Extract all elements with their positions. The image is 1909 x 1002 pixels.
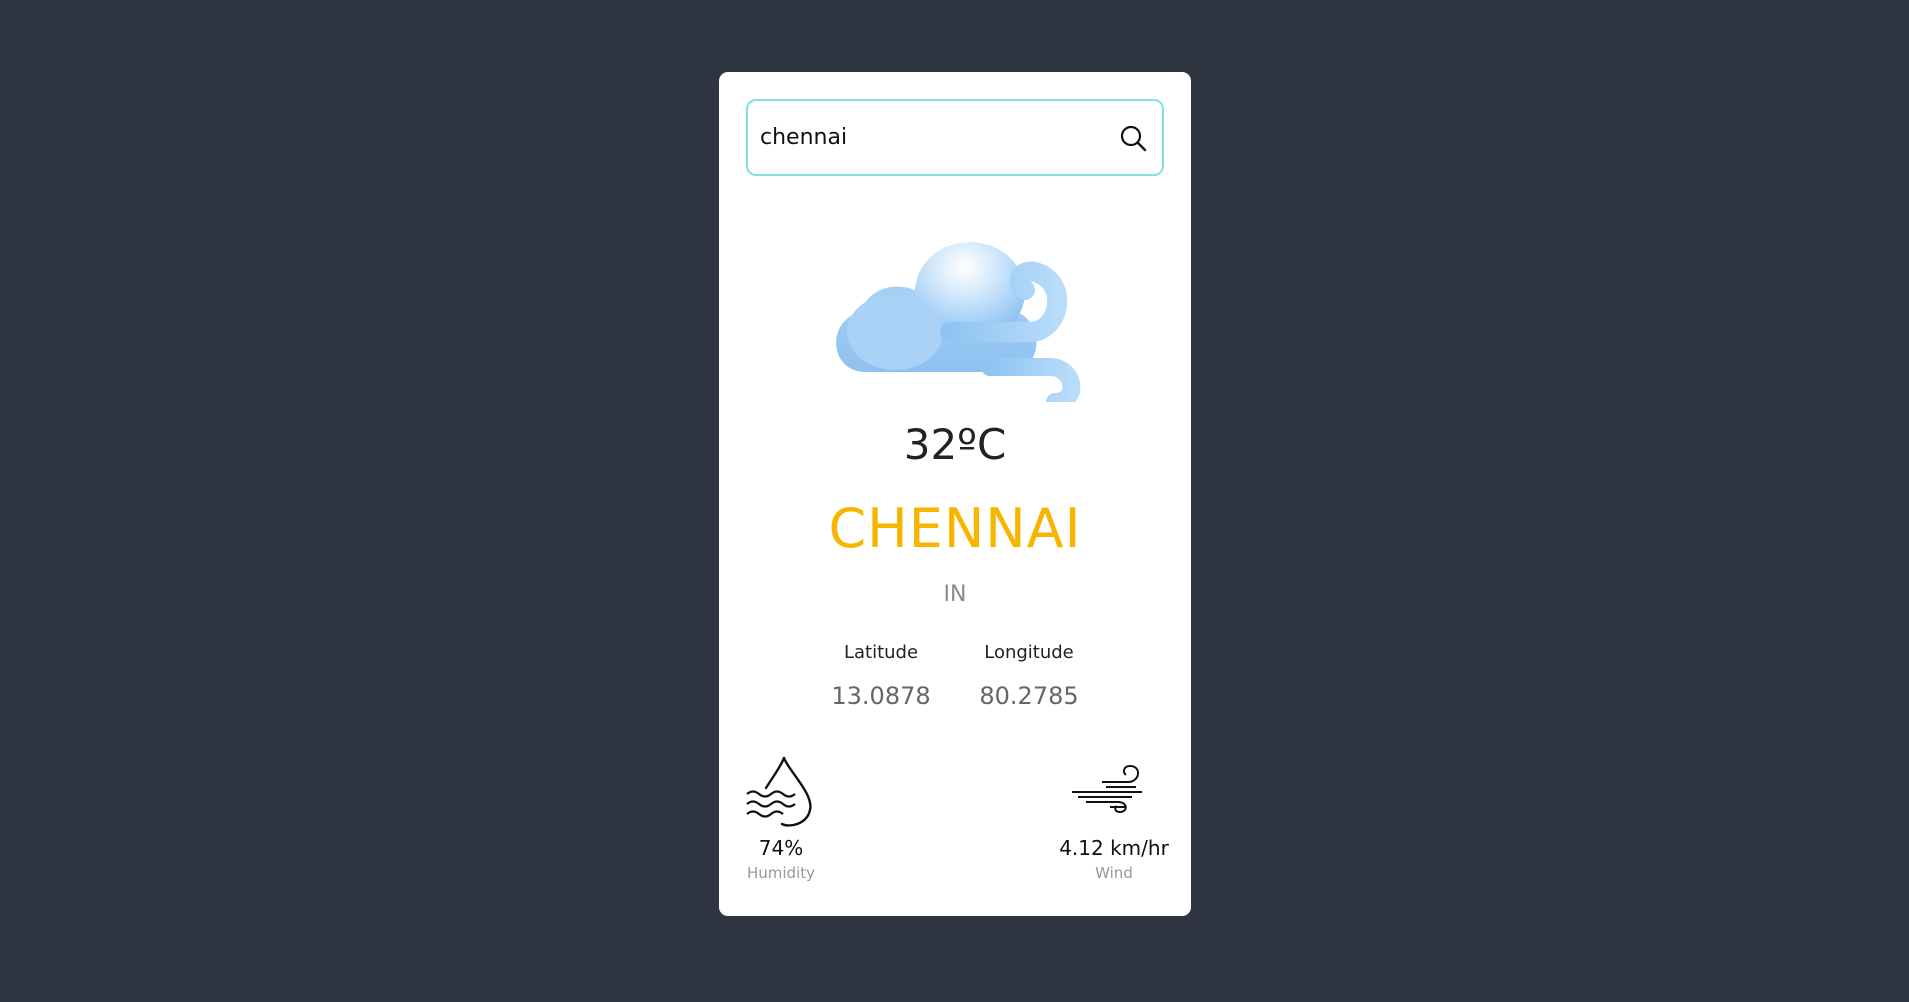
latitude-value: 13.0878 <box>831 682 931 710</box>
latitude-label: Latitude <box>843 642 919 663</box>
humidity-label: Humidity <box>746 864 815 882</box>
search-box[interactable] <box>746 99 1164 176</box>
windy-cloud-icon <box>836 242 1081 402</box>
search-icon[interactable] <box>1118 123 1148 153</box>
wind-label: Wind <box>1095 864 1133 882</box>
temperature: 32ºC <box>903 420 1007 469</box>
latitude-block: Latitude 13.0878 <box>821 642 941 710</box>
longitude-label: Longitude <box>984 642 1074 663</box>
longitude-value: 80.2785 <box>979 682 1079 710</box>
wind-icon <box>1072 764 1142 814</box>
wind-value: 4.12 km/hr <box>1059 836 1169 860</box>
humidity-value: 74% <box>758 836 804 860</box>
country-code: IN <box>943 582 967 607</box>
city-name: CHENNAI <box>828 497 1082 560</box>
wind-stat: 4.12 km/hr Wind <box>1049 838 1179 881</box>
humidity-icon <box>746 756 812 827</box>
humidity-stat: 74% Humidity <box>721 838 841 881</box>
search-input[interactable] <box>760 101 1100 174</box>
longitude-block: Longitude 80.2785 <box>959 642 1099 710</box>
weather-card: 32ºC CHENNAI IN Latitude 13.0878 Longitu… <box>719 72 1191 916</box>
